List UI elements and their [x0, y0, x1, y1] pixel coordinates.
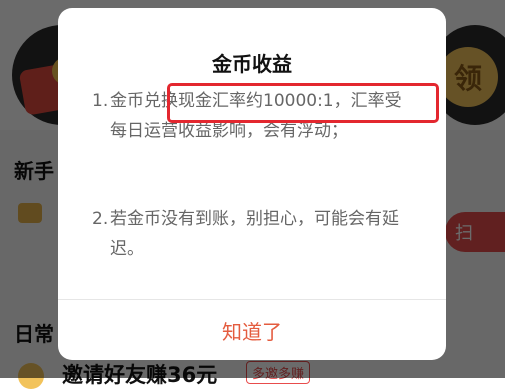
rule-number: 2. — [92, 209, 109, 229]
got-it-button[interactable]: 知道了 — [58, 300, 446, 360]
coin-earnings-dialog: 金币收益 1. 金币兑换现金汇率约10000:1，汇率受每日运营收益影响，会有浮… — [58, 8, 446, 360]
dialog-title: 金币收益 — [212, 52, 292, 76]
rule-text: 若金币没有到账，别担心，可能会有延迟。 — [110, 209, 399, 259]
rule-item-2: 2. 若金币没有到账，别担心，可能会有延迟。 — [92, 204, 414, 264]
exchange-rate-highlight — [167, 83, 439, 123]
rule-number: 1. — [92, 91, 109, 111]
